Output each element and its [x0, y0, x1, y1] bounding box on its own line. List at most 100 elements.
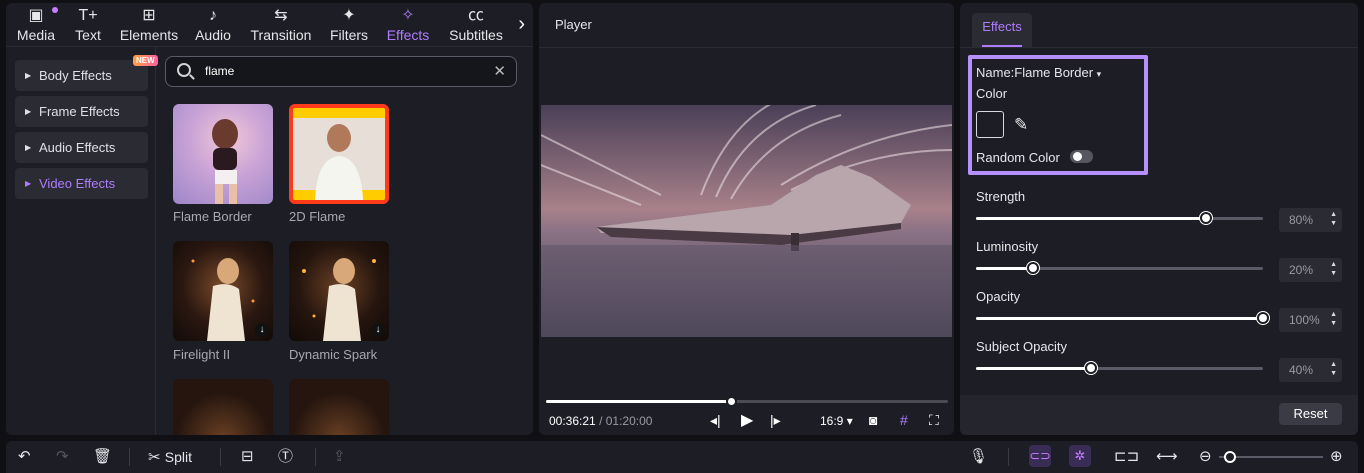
- opacity-label: Opacity: [976, 289, 1021, 304]
- redo-icon[interactable]: ↷: [56, 448, 69, 466]
- sidebar-item-video-effects[interactable]: ▶ Video Effects: [15, 168, 148, 199]
- search-icon: [177, 63, 191, 77]
- zoom-out-icon[interactable]: ⊖: [1199, 448, 1212, 466]
- split-button[interactable]: ✂ Split: [148, 448, 192, 467]
- effect-thumbnail-flame-border[interactable]: [173, 104, 273, 204]
- luminosity-slider[interactable]: [976, 262, 1263, 274]
- tab-transition[interactable]: ⇆ Transition: [246, 5, 316, 45]
- fullscreen-icon[interactable]: ⛶: [929, 412, 939, 429]
- trim-icon[interactable]: ⊏⊐: [1114, 448, 1139, 466]
- play-icon[interactable]: ▶: [741, 410, 753, 430]
- slider-handle[interactable]: [1257, 312, 1269, 324]
- playhead-handle[interactable]: [725, 396, 737, 407]
- camera-icon[interactable]: ◙: [869, 412, 877, 428]
- search-input[interactable]: flame ✕: [165, 56, 517, 87]
- reset-button[interactable]: Reset: [1279, 403, 1342, 425]
- subject-opacity-slider[interactable]: [976, 362, 1263, 374]
- caret-down-icon: ▾: [1096, 69, 1102, 79]
- preview-frame: [541, 105, 952, 337]
- transition-icon: ⇆: [274, 7, 288, 24]
- subject-opacity-value-input[interactable]: 40% ▲ ▼: [1279, 358, 1342, 382]
- divider: [220, 448, 221, 466]
- tab-subtitles[interactable]: ㏄ Subtitles: [444, 5, 508, 45]
- strength-value-input[interactable]: 80% ▲ ▼: [1279, 208, 1342, 232]
- caret-right-icon: ▶: [25, 107, 32, 116]
- scissors-icon: ✂: [148, 449, 161, 466]
- slider-handle[interactable]: [1199, 212, 1212, 224]
- new-badge: NEW: [133, 55, 158, 66]
- stepper-icon[interactable]: ▲ ▼: [1330, 260, 1337, 278]
- export-frame-icon[interactable]: ⇪: [333, 448, 346, 466]
- effect-name: Flame Border: [173, 209, 252, 224]
- divider: [1008, 448, 1009, 466]
- tab-audio[interactable]: ♪ Audio: [190, 5, 236, 45]
- slider-fill: [976, 267, 1034, 270]
- stepper-icon[interactable]: ▲ ▼: [1330, 360, 1337, 378]
- effect-thumbnail[interactable]: [289, 379, 389, 435]
- tab-effects[interactable]: ✧ Effects: [382, 5, 434, 45]
- download-icon[interactable]: ↓: [371, 323, 385, 337]
- tab-text[interactable]: T+ Text: [68, 5, 108, 45]
- zoom-handle[interactable]: [1224, 451, 1237, 463]
- undo-icon[interactable]: ↶: [18, 448, 31, 466]
- marker-icon[interactable]: ⊟: [241, 448, 254, 466]
- grid-icon[interactable]: #: [900, 412, 908, 428]
- random-color-toggle[interactable]: [1070, 150, 1093, 163]
- ai-cutout-icon[interactable]: ✲: [1069, 445, 1091, 467]
- text-icon: T+: [78, 7, 98, 24]
- effect-thumbnail-dynamic-spark[interactable]: ↓: [289, 241, 389, 341]
- stepper-icon[interactable]: ▲ ▼: [1330, 210, 1337, 228]
- subtitles-icon: ㏄: [467, 7, 484, 24]
- luminosity-label: Luminosity: [976, 239, 1039, 254]
- title-icon[interactable]: Ⓣ: [278, 448, 293, 466]
- strength-slider[interactable]: [976, 212, 1263, 224]
- player-title: Player: [555, 17, 592, 32]
- slider-fill: [976, 217, 1206, 220]
- tab-media[interactable]: ▣ Media: [14, 5, 58, 45]
- opacity-value-input[interactable]: 100% ▲ ▼: [1279, 308, 1342, 332]
- effect-name-select[interactable]: Name:Flame Border ▾: [976, 65, 1101, 80]
- previous-frame-icon[interactable]: ◂|: [710, 412, 721, 429]
- opacity-slider[interactable]: [976, 312, 1269, 324]
- properties-panel: Effects Name:Flame Border ▾ Color ✎ Rand…: [960, 3, 1358, 435]
- effects-icon: ✧: [401, 7, 415, 24]
- zoom-slider[interactable]: [1219, 451, 1323, 463]
- clear-icon[interactable]: ✕: [493, 62, 506, 80]
- slider-handle[interactable]: [1084, 362, 1097, 374]
- strength-label: Strength: [976, 189, 1026, 204]
- download-icon[interactable]: ↓: [255, 323, 269, 337]
- tab-filters[interactable]: ✦ Filters: [326, 5, 372, 45]
- next-frame-icon[interactable]: |▸: [770, 412, 781, 429]
- tab-elements[interactable]: ⊞ Elements: [118, 5, 180, 45]
- eyedropper-icon[interactable]: ✎: [1014, 115, 1028, 135]
- luminosity-value-input[interactable]: 20% ▲ ▼: [1279, 258, 1342, 282]
- caret-right-icon: ▶: [25, 71, 32, 80]
- slider-handle[interactable]: [1027, 262, 1040, 274]
- effect-thumbnail-2d-flame[interactable]: [289, 104, 389, 204]
- video-preview[interactable]: [541, 105, 952, 337]
- sidebar-item-frame-effects[interactable]: ▶ Frame Effects: [15, 96, 148, 127]
- link-icon[interactable]: ⊂⊃: [1029, 445, 1051, 467]
- caret-right-icon: ▶: [25, 143, 32, 152]
- stepper-icon[interactable]: ▲ ▼: [1330, 310, 1337, 328]
- notification-dot: [52, 7, 58, 13]
- divider: [129, 448, 130, 466]
- effect-thumbnail[interactable]: [173, 379, 273, 435]
- sidebar-item-body-effects[interactable]: ▶ Body Effects NEW: [15, 55, 158, 91]
- color-label: Color: [976, 86, 1008, 101]
- person-silhouette: [293, 108, 385, 200]
- color-swatch[interactable]: [976, 111, 1004, 138]
- effect-thumbnail-firelight-ii[interactable]: ↓: [173, 241, 273, 341]
- delete-icon[interactable]: 🗑: [93, 448, 112, 466]
- chevron-right-icon[interactable]: ›: [518, 13, 525, 36]
- zoom-in-icon[interactable]: ⊕: [1330, 448, 1343, 466]
- progress-fill: [546, 400, 731, 403]
- microphone-icon[interactable]: 🎙: [969, 448, 988, 466]
- sidebar-item-audio-effects[interactable]: ▶ Audio Effects: [15, 132, 148, 163]
- tab-effects-properties[interactable]: Effects: [972, 13, 1032, 47]
- fit-width-icon[interactable]: ⟷: [1156, 448, 1178, 466]
- random-color-label: Random Color: [976, 150, 1060, 165]
- person-silhouette: [212, 119, 238, 204]
- playback-progress[interactable]: [546, 396, 948, 407]
- aspect-ratio-select[interactable]: 16:9 ▾: [820, 414, 853, 428]
